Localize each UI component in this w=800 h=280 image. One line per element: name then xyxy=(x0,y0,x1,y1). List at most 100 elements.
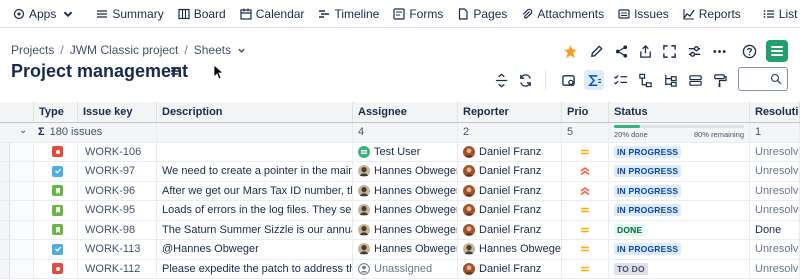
assignee-cell[interactable]: 4 xyxy=(353,123,458,142)
refresh-icon[interactable] xyxy=(515,70,535,90)
issue-key-cell[interactable]: WORK-97 xyxy=(78,162,157,181)
column-header-assignee[interactable]: Assignee xyxy=(353,102,458,122)
nav-item-reports[interactable]: Reports xyxy=(676,0,748,28)
nav-item-apps[interactable]: Apps xyxy=(6,0,81,28)
resolution-cell[interactable]: 1 xyxy=(750,123,800,142)
row-height-icon[interactable] xyxy=(491,70,511,90)
type-cell[interactable] xyxy=(34,142,78,161)
description-cell[interactable]: We need to create a pointer in the main.… xyxy=(157,162,353,181)
issue-key[interactable]: WORK-113 xyxy=(85,243,140,255)
column-header-issue-key[interactable]: Issue key xyxy=(78,102,157,122)
share-icon[interactable] xyxy=(613,43,629,59)
issue-key[interactable]: WORK-106 xyxy=(85,146,141,158)
column-header-status[interactable]: Status xyxy=(609,102,750,122)
status-badge[interactable]: DONE xyxy=(614,223,646,236)
row-selector[interactable] xyxy=(0,240,34,259)
assignee-cell[interactable]: Hannes Obweger xyxy=(353,201,458,220)
star-icon[interactable] xyxy=(562,43,578,59)
reporter-cell[interactable]: Hannes Obweger xyxy=(458,240,562,259)
resolution-cell[interactable]: Unresolved xyxy=(750,201,800,220)
assignee-cell[interactable]: Hannes Obweger xyxy=(353,162,458,181)
issue-key-cell[interactable]: WORK-96 xyxy=(78,181,157,200)
table-row[interactable]: WORK-113 @Hannes Obweger Hannes Obweger Han… xyxy=(0,240,800,260)
structure-icon[interactable] xyxy=(660,70,680,90)
status-cell[interactable]: DONE xyxy=(609,220,750,239)
reporter-cell[interactable]: Daniel Franz xyxy=(458,201,562,220)
nav-item-pages[interactable]: Pages xyxy=(450,0,514,28)
table-row[interactable]: WORK-96 After we get our Mars Tax ID numb… xyxy=(0,181,800,201)
priority-cell[interactable] xyxy=(562,142,609,161)
nav-item-timeline[interactable]: Timeline xyxy=(311,0,386,28)
menu-icon[interactable] xyxy=(170,65,182,77)
description-cell[interactable]: Please expedite the patch to address thi… xyxy=(157,259,353,278)
issue-key-cell[interactable]: WORK-98 xyxy=(78,220,157,239)
resolution-cell[interactable]: Unresolved xyxy=(750,259,800,278)
description-cell[interactable]: After we get our Mars Tax ID number, the… xyxy=(157,181,353,200)
status-cell[interactable]: IN PROGRESS xyxy=(609,240,750,259)
issue-key[interactable]: WORK-98 xyxy=(85,224,135,236)
resolution-cell[interactable]: Done xyxy=(750,220,800,239)
priority-cell[interactable] xyxy=(562,240,609,259)
table-row[interactable]: WORK-98 The Saturn Summer Sizzle is our a… xyxy=(0,220,800,240)
type-cell[interactable] xyxy=(34,162,78,181)
nav-item-calendar[interactable]: Calendar xyxy=(233,0,312,28)
priority-cell[interactable] xyxy=(562,220,609,239)
card-view-icon[interactable] xyxy=(685,70,705,90)
nav-item-list[interactable]: List xyxy=(756,0,800,28)
status-badge[interactable]: IN PROGRESS xyxy=(614,204,682,217)
settings-sliders-icon[interactable] xyxy=(686,43,702,59)
fullscreen-icon[interactable] xyxy=(661,43,677,59)
search-input[interactable] xyxy=(738,67,788,91)
more-icon[interactable] xyxy=(711,43,727,59)
row-selector[interactable] xyxy=(0,162,34,181)
status-badge[interactable]: IN PROGRESS xyxy=(614,165,682,178)
column-header-description[interactable]: Description xyxy=(157,102,353,122)
resolution-cell[interactable]: Unresolved xyxy=(750,240,800,259)
nav-item-forms[interactable]: Forms xyxy=(386,0,450,28)
breadcrumb-projects[interactable]: Projects xyxy=(11,43,54,57)
sheets-app-icon[interactable] xyxy=(766,40,788,62)
breadcrumb-project[interactable]: JWM Classic project xyxy=(70,43,179,57)
issue-key-cell[interactable]: WORK-106 xyxy=(78,142,157,161)
table-row[interactable]: WORK-106 Test User Daniel Franz IN PROGRESS… xyxy=(0,142,800,162)
type-cell[interactable] xyxy=(34,201,78,220)
chevron-down-icon[interactable] xyxy=(237,46,246,55)
description-cell[interactable]: @Hannes Obweger xyxy=(157,240,353,259)
issue-key[interactable]: WORK-96 xyxy=(85,185,135,197)
status-badge[interactable]: IN PROGRESS xyxy=(614,145,682,158)
row-selector[interactable] xyxy=(0,201,34,220)
row-selector-header[interactable] xyxy=(0,102,34,122)
assignee-cell[interactable]: Hannes Obweger xyxy=(353,240,458,259)
resolution-cell[interactable]: Unresolved xyxy=(750,162,800,181)
nav-item-attachments[interactable]: Attachments xyxy=(514,0,611,28)
reporter-cell[interactable]: Daniel Franz xyxy=(458,181,562,200)
row-selector[interactable] xyxy=(0,259,34,278)
nav-item-board[interactable]: Board xyxy=(171,0,233,28)
row-selector[interactable] xyxy=(0,142,34,161)
reporter-cell[interactable]: 2 xyxy=(458,123,562,142)
type-cell[interactable] xyxy=(34,220,78,239)
reporter-cell[interactable]: Daniel Franz xyxy=(458,259,562,278)
description-cell[interactable]: Loads of errors in the log files. They s… xyxy=(157,201,353,220)
status-cell[interactable]: 20% done 80% remaining xyxy=(609,123,750,142)
status-badge[interactable]: TO DO xyxy=(614,262,648,275)
priority-cell[interactable] xyxy=(562,201,609,220)
type-cell[interactable] xyxy=(34,240,78,259)
assignee-cell[interactable]: Unassigned xyxy=(353,259,458,278)
help-icon[interactable] xyxy=(741,43,757,59)
status-cell[interactable]: IN PROGRESS xyxy=(609,142,750,161)
description-cell[interactable] xyxy=(157,142,353,161)
status-cell[interactable]: IN PROGRESS xyxy=(609,181,750,200)
assignee-cell[interactable]: Hannes Obweger xyxy=(353,220,458,239)
issue-key-cell[interactable]: WORK-112 xyxy=(78,259,157,278)
type-cell[interactable] xyxy=(34,181,78,200)
status-badge[interactable]: IN PROGRESS xyxy=(614,184,682,197)
resolution-cell[interactable]: Unresolved xyxy=(750,181,800,200)
status-cell[interactable]: IN PROGRESS xyxy=(609,201,750,220)
issue-key-cell[interactable]: WORK-113 xyxy=(78,240,157,259)
collapse-toggle-icon[interactable]: ⌄ xyxy=(19,125,27,136)
reporter-cell[interactable]: Daniel Franz xyxy=(458,162,562,181)
status-cell[interactable]: TO DO xyxy=(609,259,750,278)
priority-cell[interactable]: 5 xyxy=(562,123,609,142)
priority-cell[interactable] xyxy=(562,162,609,181)
